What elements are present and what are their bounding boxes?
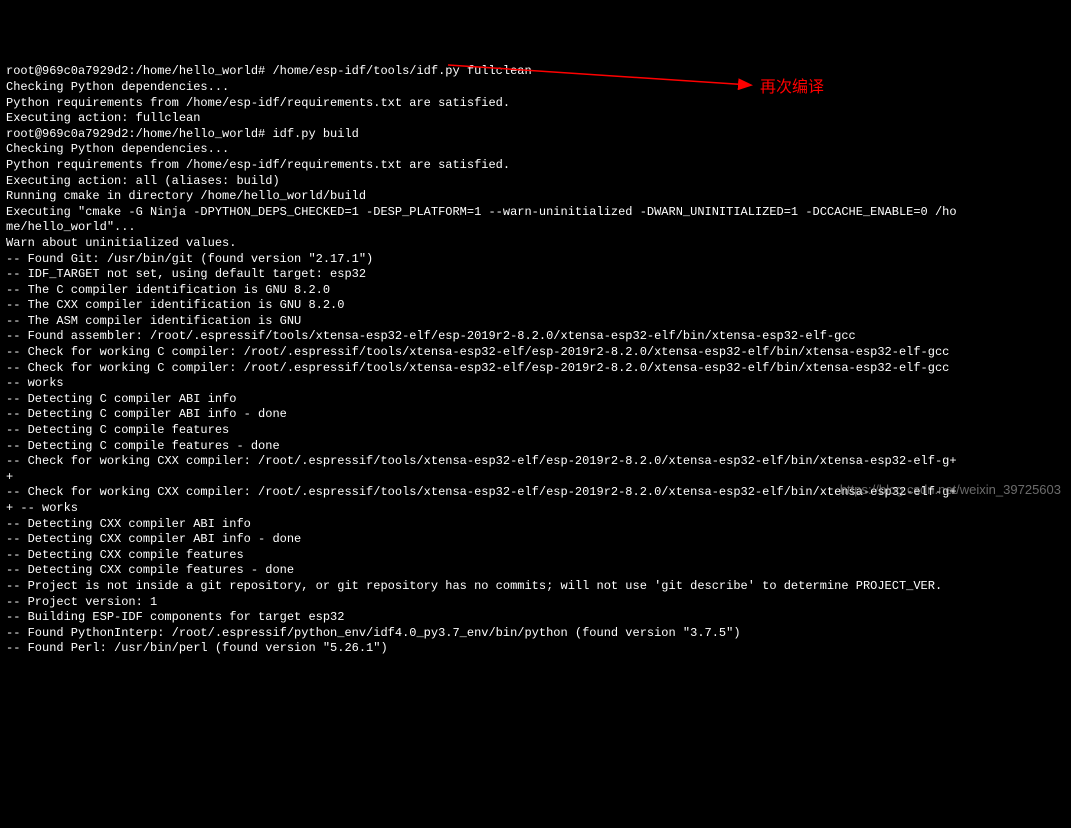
terminal-line: -- Project version: 1 bbox=[6, 595, 1065, 611]
terminal-line: -- Found PythonInterp: /root/.espressif/… bbox=[6, 626, 1065, 642]
terminal-line: Running cmake in directory /home/hello_w… bbox=[6, 189, 1065, 205]
terminal-line: -- Found Perl: /usr/bin/perl (found vers… bbox=[6, 641, 1065, 657]
terminal-line: -- Building ESP-IDF components for targe… bbox=[6, 610, 1065, 626]
terminal-line: -- Detecting C compiler ABI info - done bbox=[6, 407, 1065, 423]
terminal-line: Executing action: all (aliases: build) bbox=[6, 174, 1065, 190]
watermark-text: https://blog.csdn.net/weixin_39725603 bbox=[840, 482, 1061, 499]
terminal-line: -- Check for working CXX compiler: /root… bbox=[6, 454, 1065, 470]
terminal-line: Executing action: fullclean bbox=[6, 111, 1065, 127]
terminal-line: Checking Python dependencies... bbox=[6, 80, 1065, 96]
terminal-line: + -- works bbox=[6, 501, 1065, 517]
terminal-line: -- The C compiler identification is GNU … bbox=[6, 283, 1065, 299]
terminal-line: Python requirements from /home/esp-idf/r… bbox=[6, 96, 1065, 112]
terminal-output: root@969c0a7929d2:/home/hello_world# /ho… bbox=[6, 64, 1065, 657]
terminal-line: -- Project is not inside a git repositor… bbox=[6, 579, 1065, 595]
terminal-line: root@969c0a7929d2:/home/hello_world# /ho… bbox=[6, 64, 1065, 80]
terminal-line: -- The CXX compiler identification is GN… bbox=[6, 298, 1065, 314]
terminal-line: -- works bbox=[6, 376, 1065, 392]
terminal-line: Python requirements from /home/esp-idf/r… bbox=[6, 158, 1065, 174]
terminal-line: me/hello_world"... bbox=[6, 220, 1065, 236]
terminal-line: -- Check for working C compiler: /root/.… bbox=[6, 345, 1065, 361]
terminal-line: -- Detecting C compile features bbox=[6, 423, 1065, 439]
terminal-line: Executing "cmake -G Ninja -DPYTHON_DEPS_… bbox=[6, 205, 1065, 221]
annotation-label: 再次编译 bbox=[760, 78, 824, 99]
terminal-line: Checking Python dependencies... bbox=[6, 142, 1065, 158]
terminal-line: -- Detecting CXX compiler ABI info bbox=[6, 517, 1065, 533]
terminal-line: -- Detecting CXX compiler ABI info - don… bbox=[6, 532, 1065, 548]
terminal-line: Warn about uninitialized values. bbox=[6, 236, 1065, 252]
terminal-line: -- The ASM compiler identification is GN… bbox=[6, 314, 1065, 330]
terminal-line: -- Detecting C compiler ABI info bbox=[6, 392, 1065, 408]
terminal-line: -- IDF_TARGET not set, using default tar… bbox=[6, 267, 1065, 283]
terminal-line: root@969c0a7929d2:/home/hello_world# idf… bbox=[6, 127, 1065, 143]
terminal-line: -- Found Git: /usr/bin/git (found versio… bbox=[6, 252, 1065, 268]
terminal-line: -- Detecting CXX compile features bbox=[6, 548, 1065, 564]
terminal-line: -- Found assembler: /root/.espressif/too… bbox=[6, 329, 1065, 345]
terminal-line: -- Check for working C compiler: /root/.… bbox=[6, 361, 1065, 377]
terminal-line: -- Detecting C compile features - done bbox=[6, 439, 1065, 455]
terminal-line: -- Detecting CXX compile features - done bbox=[6, 563, 1065, 579]
